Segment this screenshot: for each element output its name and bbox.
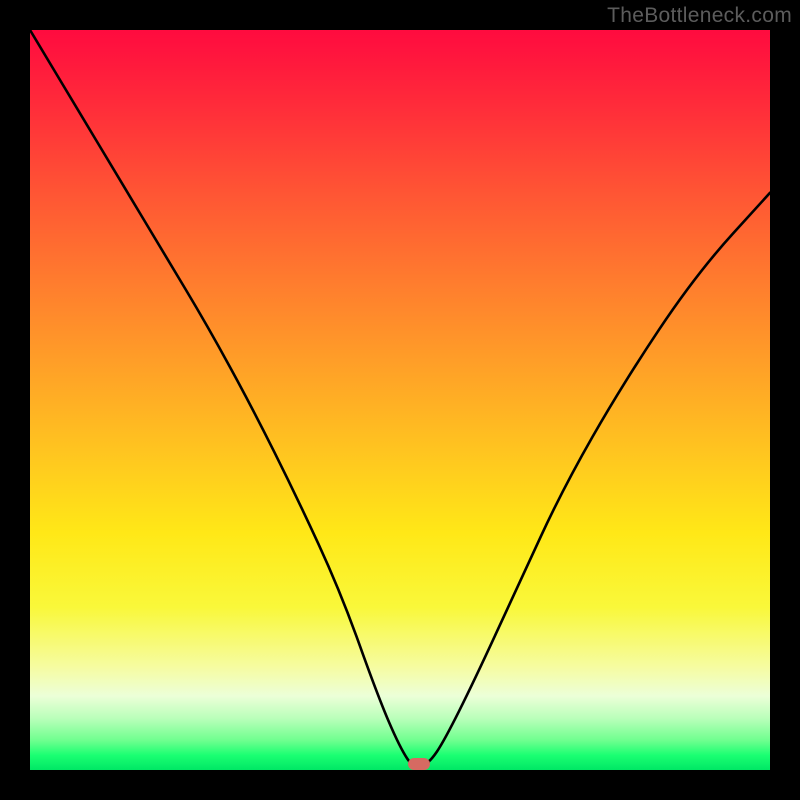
watermark-text: TheBottleneck.com — [607, 4, 792, 28]
bottleneck-curve — [30, 30, 770, 770]
minimum-marker — [408, 758, 430, 770]
plot-area — [30, 30, 770, 770]
chart-frame: TheBottleneck.com — [0, 0, 800, 800]
